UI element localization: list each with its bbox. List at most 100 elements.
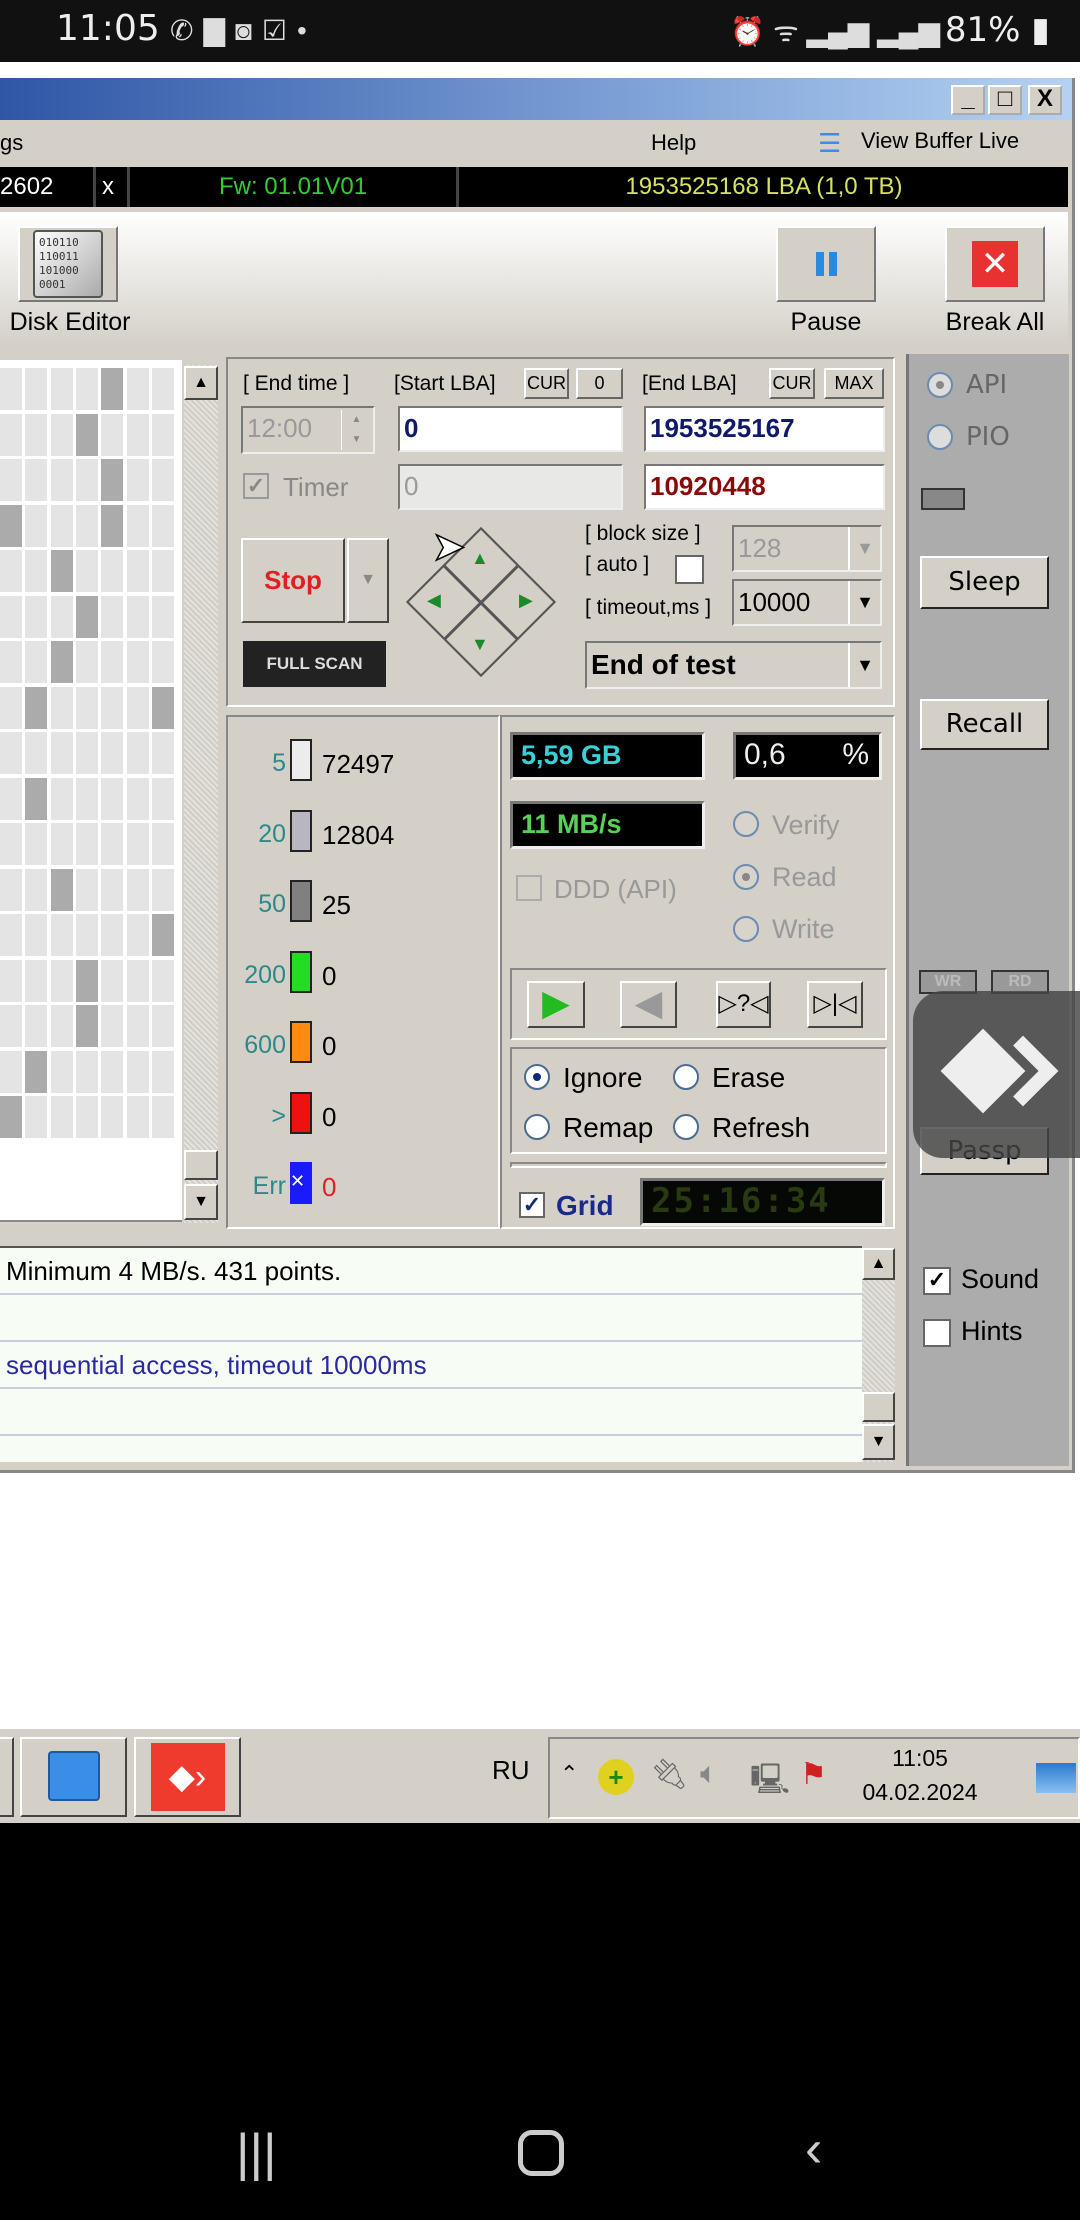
timer-checkbox[interactable]: ✓ [243, 473, 269, 499]
read-radio[interactable] [733, 864, 759, 890]
verify-radio[interactable] [733, 811, 759, 837]
stop-button[interactable]: Stop [241, 538, 345, 623]
pio-radio[interactable] [927, 424, 953, 450]
scroll-thumb[interactable] [184, 1150, 218, 1180]
timer-input[interactable]: 0 [398, 464, 623, 510]
action-center-flag-icon[interactable]: ⚑ [800, 1757, 827, 1792]
play-forward-button[interactable]: ▶ [527, 981, 585, 1028]
recall-button[interactable]: Recall [920, 699, 1049, 750]
taskbar-button[interactable] [0, 1737, 14, 1817]
pause-button[interactable] [776, 226, 876, 302]
start-lba-input[interactable]: 0 [398, 406, 623, 452]
sleep-button[interactable]: Sleep [920, 556, 1049, 609]
icon-text: 101000 [39, 264, 79, 277]
timeout-select[interactable]: 10000 ▼ [732, 579, 882, 626]
network-icon[interactable]: 🖳 [750, 1757, 790, 1808]
hints-checkbox[interactable] [923, 1319, 951, 1347]
control-panel-taskbar-button[interactable] [20, 1737, 127, 1817]
scan-block-cell [75, 914, 98, 956]
end-lba-input[interactable]: 1953525167 [644, 406, 885, 452]
scan-block-cell [126, 413, 149, 456]
menu-help[interactable]: Help [651, 130, 696, 156]
toolbar: 010110 110011 101000 0001 Disk Editor Pa… [0, 212, 1068, 346]
language-indicator[interactable]: RU [492, 1755, 530, 1786]
full-scan-button[interactable]: FULL SCAN [243, 641, 386, 687]
view-buffer-live[interactable]: View Buffer Live [861, 128, 1019, 154]
end-action-select[interactable]: End of test ▼ [585, 641, 882, 689]
log-scroll-up-button[interactable]: ▲ [862, 1248, 895, 1280]
legend-label: 600 [244, 1031, 286, 1059]
menu-bar: gs Help ☰ View Buffer Live [0, 120, 1072, 164]
update-tray-icon[interactable]: + [598, 1759, 634, 1795]
end-lba-cur-button[interactable]: CUR [769, 368, 815, 399]
divider [456, 167, 459, 207]
close-button[interactable]: X [1028, 85, 1062, 115]
home-button[interactable] [518, 2130, 564, 2176]
legend-count: 0 [322, 960, 337, 991]
play-reverse-button[interactable]: ◀ [620, 981, 677, 1028]
show-desktop-icon[interactable] [1036, 1763, 1076, 1793]
scroll-down-button[interactable]: ▼ [184, 1184, 218, 1220]
anydesk-taskbar-button[interactable]: ◆› [134, 1737, 241, 1817]
scan-block-cell [151, 504, 174, 547]
refresh-radio[interactable] [673, 1114, 699, 1140]
ignore-radio[interactable] [524, 1064, 550, 1090]
sound-checkbox[interactable]: ✓ [923, 1267, 951, 1295]
power-plug-icon[interactable]: 🔌︎ [650, 1757, 688, 1792]
start-lba-zero-button[interactable]: 0 [576, 368, 623, 399]
scan-block-cell [50, 1005, 73, 1047]
scan-block-cell [101, 686, 124, 729]
log-scroll-down-button[interactable]: ▼ [862, 1424, 895, 1460]
anydesk-icon: ◆› [150, 1743, 225, 1811]
close-drive-button[interactable]: x [102, 167, 114, 207]
verify-label: Verify [772, 810, 840, 840]
ddd-api-checkbox[interactable] [516, 875, 542, 901]
auto-block-size-checkbox[interactable] [675, 555, 704, 584]
scan-block-cell [75, 823, 98, 865]
tray-clock-date[interactable]: 04.02.2024 [850, 1779, 990, 1806]
minimize-button[interactable]: _ [951, 85, 985, 115]
menu-settings[interactable]: gs [0, 130, 23, 156]
end-lba-max-button[interactable]: MAX [824, 368, 884, 399]
scan-block-cell [75, 550, 98, 592]
grid-checkbox[interactable]: ✓ [519, 1192, 545, 1218]
percent-sign: % [842, 738, 869, 771]
end-time-spinbox[interactable]: 12:00 ▲ ▼ [241, 406, 375, 454]
grid-scrollbar[interactable] [184, 365, 218, 1223]
scan-block-cell [50, 459, 73, 501]
butterfly-question-button[interactable]: ▷?◁ [716, 981, 771, 1028]
scan-block-cell [0, 914, 22, 956]
back-button[interactable]: ‹ [805, 2119, 822, 2179]
recent-apps-button[interactable]: ||| [236, 2123, 277, 2183]
api-label: API [966, 370, 1008, 400]
butterfly-button[interactable]: ▷|◁ [807, 981, 863, 1028]
tray-clock-time[interactable]: 11:05 [850, 1745, 990, 1772]
show-hidden-icons-button[interactable]: ⌃ [560, 1761, 578, 1787]
right-sidebar [906, 354, 1069, 1466]
spin-arrows-icon[interactable]: ▲ ▼ [341, 410, 371, 450]
remap-radio[interactable] [524, 1114, 550, 1140]
pio-label: PIO [966, 422, 1010, 452]
disk-editor-button[interactable]: 010110 110011 101000 0001 [18, 226, 118, 302]
log-scroll-thumb[interactable] [862, 1392, 895, 1422]
write-radio[interactable] [733, 916, 759, 942]
stop-dropdown-button[interactable]: ▼ [347, 538, 389, 623]
start-lba-cur-button[interactable]: CUR [524, 368, 569, 399]
anydesk-overlay-button[interactable] [913, 991, 1080, 1158]
scan-block-cell [75, 777, 98, 820]
block-size-select[interactable]: 128 ▼ [732, 525, 882, 572]
scan-block-cell [0, 459, 22, 501]
erase-radio[interactable] [673, 1064, 699, 1090]
arrow-up-icon: ▲ [471, 548, 489, 568]
scroll-up-button[interactable]: ▲ [184, 366, 218, 400]
scan-block-cell [25, 1096, 48, 1138]
volume-icon[interactable]: 🔈︎ [700, 1757, 718, 1791]
window-titlebar[interactable] [0, 78, 1072, 120]
break-all-button[interactable]: ✕ [945, 226, 1045, 302]
scan-block-cell [151, 1005, 174, 1047]
api-radio[interactable] [927, 372, 953, 398]
maximize-button[interactable]: □ [988, 85, 1022, 115]
legend-count: 0 [322, 1172, 337, 1202]
end-action-value: End of test [591, 649, 736, 680]
legend-swatch [290, 809, 312, 852]
